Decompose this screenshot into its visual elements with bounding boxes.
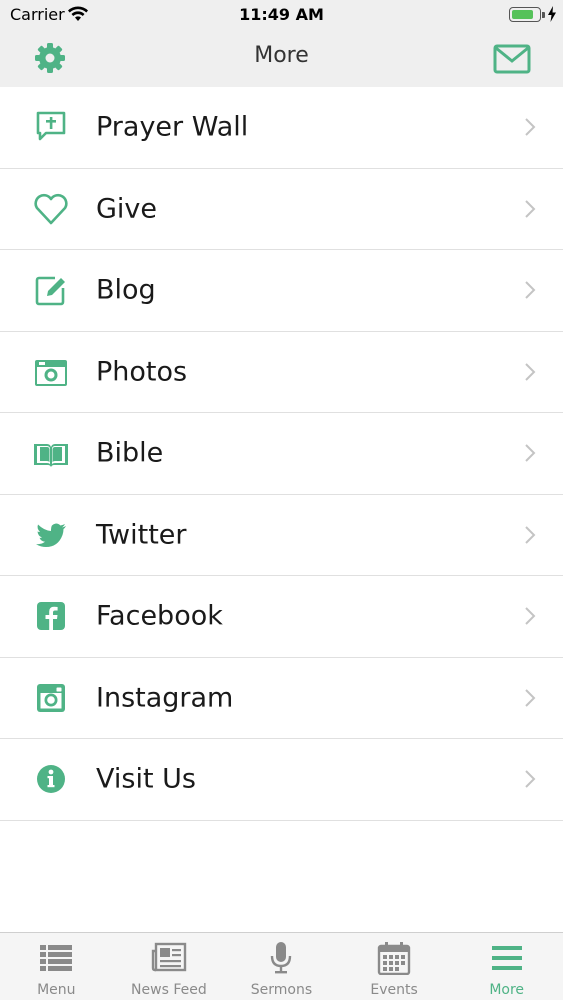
tab-more[interactable]: More [450,933,563,1000]
facebook-icon [37,602,65,631]
list-item-label: Facebook [96,600,223,632]
battery-cap [542,12,545,18]
tab-label: News Feed [131,982,207,998]
navigation-bar: More [0,30,563,87]
list-item-instagram[interactable]: Instagram [0,657,563,739]
status-bar: Carrier 11:49 AM [0,0,563,30]
tab-label: More [489,982,525,998]
chevron-right-icon [525,526,536,544]
tab-label: Sermons [250,982,313,998]
newspaper-icon [151,942,187,972]
chevron-right-icon [525,689,536,707]
list-item-prayer-wall[interactable]: Prayer Wall [0,87,563,169]
list-icon [40,945,73,971]
chevron-right-icon [525,281,536,299]
list-item-visit-us[interactable]: Visit Us [0,739,563,821]
charging-bolt-icon [548,6,556,22]
mail-icon[interactable] [493,44,531,74]
list-item-label: Visit Us [96,763,196,795]
twitter-bird-icon [36,523,66,547]
tab-menu[interactable]: Menu [0,933,113,1000]
book-icon [34,444,68,468]
edit-pencil-icon [35,276,65,306]
clock: 11:49 AM [239,5,324,24]
calendar-icon [377,942,411,975]
list-item-label: Prayer Wall [96,111,249,143]
chevron-right-icon [525,607,536,625]
tab-label: Menu [37,982,76,998]
list-item-photos[interactable]: Photos [0,331,563,413]
chevron-right-icon [525,118,536,136]
chevron-right-icon [525,770,536,788]
tab-events[interactable]: Events [338,933,451,1000]
list-item-label: Bible [96,437,164,469]
heart-icon [34,193,68,225]
info-icon [37,765,65,794]
chevron-right-icon [525,444,536,462]
list-item-blog[interactable]: Blog [0,250,563,332]
microphone-icon [271,942,292,974]
tab-label: Events [370,982,418,998]
prayer-bubble-icon [36,111,66,141]
list-item-give[interactable]: Give [0,168,563,250]
chevron-right-icon [525,363,536,381]
list-item-bible[interactable]: Bible [0,413,563,495]
tab-news-feed[interactable]: News Feed [113,933,226,1000]
list-item-label: Give [96,193,158,225]
camera-icon [35,359,67,386]
list-item-facebook[interactable]: Facebook [0,576,563,658]
tab-sermons[interactable]: Sermons [225,933,338,1000]
list-item-label: Photos [96,356,188,388]
list-item-twitter[interactable]: Twitter [0,494,563,576]
hamburger-icon [491,946,522,970]
more-menu-list: Prayer Wall Give Blog Photos Bible Twitt… [0,87,563,821]
page-title: More [254,43,309,68]
list-item-label: Instagram [96,682,234,714]
chevron-right-icon [525,200,536,218]
list-item-label: Blog [96,274,156,306]
tab-bar: Menu News Feed Sermons Events More [0,932,563,1000]
instagram-icon [37,683,65,712]
battery-icon [509,7,541,22]
list-item-label: Twitter [96,519,187,551]
